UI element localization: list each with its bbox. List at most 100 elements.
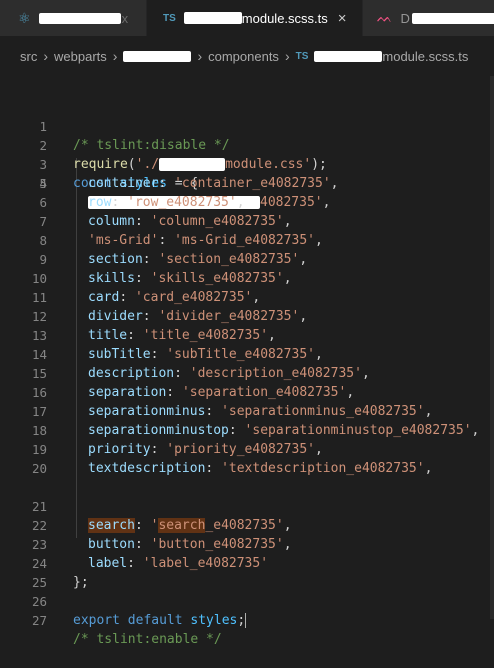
string-literal: 'textdescription_e4082735' [221, 461, 425, 476]
line-number: 7 [39, 214, 47, 229]
breadcrumb-item-webparts[interactable]: webparts [54, 49, 107, 64]
code-text: textdescription: 'textdescription_e40827… [88, 459, 432, 478]
code-line: 20 textdescription: 'textdescription_e408… [0, 459, 494, 478]
code-text: subTitle: 'subTitle_e4082735', [88, 345, 323, 364]
line-number: 20 [31, 461, 47, 476]
keyword: export default [73, 613, 183, 628]
string-literal: 'column_e4082735' [150, 214, 284, 229]
punctuation: , [471, 423, 480, 438]
code-text: card: 'card_e4082735', [88, 288, 260, 307]
punctuation: , [361, 366, 370, 381]
code-line: 8 'ms-Grid': 'ms-Grid_e4082735', [0, 231, 494, 250]
tab-react-file[interactable]: ⚛ x [0, 0, 146, 36]
punctuation: : [142, 309, 159, 324]
comment-text: /* tslint:enable */ [73, 632, 222, 647]
code-line: 15 description: 'description_e4082735', [0, 364, 494, 383]
string-literal: 'row_e4082735' [127, 195, 237, 210]
punctuation: : [111, 195, 128, 210]
code-text: 'ms-Grid': 'ms-Grid_e4082735', [88, 231, 323, 250]
property-key: separation [88, 385, 167, 400]
punctuation: : [205, 404, 222, 419]
punctuation: : [142, 252, 159, 267]
code-text: column: 'column_e4082735', [88, 212, 292, 231]
string-literal: 'separation_e4082735' [181, 385, 347, 400]
punctuation: , [424, 461, 433, 476]
code-line: 13 title: 'title_e4082735', [0, 326, 494, 345]
code-text: divider: 'divider_e4082735', [88, 307, 307, 326]
line-number: 16 [31, 385, 47, 400]
punctuation: : [134, 271, 151, 286]
code-line: 14 subTitle: 'subTitle_e4082735', [0, 345, 494, 364]
property-key: separationminus [88, 404, 206, 419]
punctuation: : [158, 176, 175, 191]
code-text: section: 'section_e4082735', [88, 250, 307, 269]
tab-label: module.scss.ts [241, 10, 328, 26]
tab-label-suffix: x [121, 10, 129, 26]
line-number: 5 [39, 176, 47, 191]
line-number: 14 [31, 347, 47, 362]
typescript-icon: TS [163, 12, 176, 24]
code-text: separationminustop: 'separationminustop_… [88, 421, 479, 440]
redacted-filename [183, 12, 242, 24]
code-line: 1 /* tslint:disable */ [0, 98, 494, 153]
punctuation: , [283, 271, 292, 286]
code-text: title: 'title_e4082735', [88, 326, 276, 345]
breadcrumb-item-src[interactable]: src [20, 49, 37, 64]
string-literal: 'separationminustop_e4082735' [244, 423, 472, 438]
tab-label-prefix: D [400, 10, 410, 26]
property-key: row [88, 195, 112, 210]
punctuation: , [268, 328, 276, 343]
punctuation: : [150, 442, 167, 457]
code-line: 9 section: 'section_e4082735', [0, 250, 494, 269]
property-key: divider [88, 309, 143, 324]
tab-scss-file[interactable]: ᨓ D [363, 0, 494, 36]
close-icon[interactable]: × [338, 10, 347, 27]
code-line: 21 search: 'search_e4082735', [0, 478, 494, 533]
line-number: 19 [31, 442, 47, 457]
punctuation: , [346, 385, 355, 400]
property-key: priority [88, 442, 151, 457]
punctuation: , [315, 347, 323, 362]
code-line: 5 container: 'container_e4082735', [0, 174, 494, 193]
punctuation: , [283, 214, 292, 229]
code-line: 22 button: 'button_e4082735', [0, 497, 494, 552]
line-number: 10 [31, 271, 47, 286]
punctuation: , [424, 404, 433, 419]
string-literal: 'card_e4082735' [134, 290, 253, 305]
line-number: 27 [31, 613, 47, 628]
tab-module-scss-ts[interactable]: TS module.scss.ts × [147, 0, 362, 36]
code-line: 19 priority: 'priority_e4082735', [0, 440, 494, 459]
punctuation: : [205, 461, 222, 476]
line-number: 12 [31, 309, 47, 324]
punctuation: , [330, 176, 339, 191]
react-icon: ⚛ [18, 9, 31, 26]
string-literal: 'separationminus_e4082735' [221, 404, 425, 419]
redacted-folder [123, 50, 192, 62]
punctuation: : [134, 214, 151, 229]
code-line: 25 [0, 554, 494, 590]
code-text: row: 'row_e4082735', [88, 193, 245, 212]
breadcrumb-item-components[interactable]: components [208, 49, 279, 64]
code-text: priority: 'priority_e4082735', [88, 440, 323, 459]
code-text: container: 'container_e4082735', [88, 174, 338, 193]
code-line: 2 require('./module.css'); [0, 117, 494, 172]
string-literal: 'divider_e4082735' [158, 309, 300, 324]
variable-name: styles [190, 613, 238, 628]
breadcrumb-item-file[interactable]: module.scss.ts [382, 49, 468, 64]
code-line: 4 4082735', [0, 155, 494, 210]
punctuation: , [315, 233, 323, 248]
punctuation: : [127, 328, 143, 343]
string-literal: 'container_e4082735' [174, 176, 331, 191]
chevron-right-icon: › [112, 48, 118, 64]
string-literal: 'subTitle_e4082735' [166, 347, 315, 362]
string-literal: 'title_e4082735' [142, 328, 269, 343]
property-key: column [88, 214, 135, 229]
line-number: 15 [31, 366, 47, 381]
punctuation: : [150, 347, 167, 362]
redacted-filename [38, 12, 121, 24]
punctuation: : [166, 385, 182, 400]
property-key: separationminustop [88, 423, 229, 438]
line-number: 6 [39, 195, 47, 210]
string-literal: 'skills_e4082735' [150, 271, 284, 286]
line-number: 17 [31, 404, 47, 419]
